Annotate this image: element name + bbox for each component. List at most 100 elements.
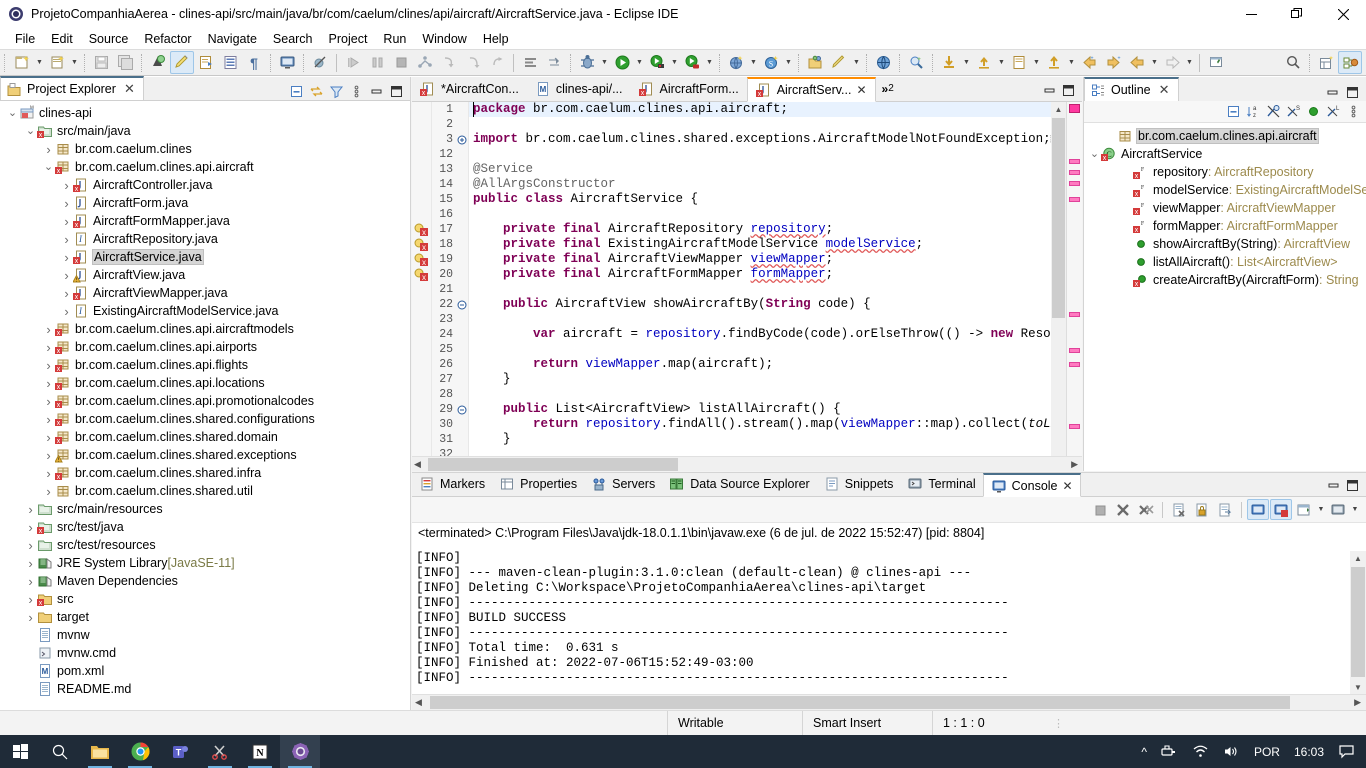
code-line[interactable]: [469, 207, 1051, 222]
suspend-icon[interactable]: [365, 51, 389, 74]
console-horizontal-scrollbar[interactable]: ◀ ▶: [412, 694, 1366, 710]
hscroll-right-icon[interactable]: ▶: [1071, 459, 1078, 470]
chevron-right-icon[interactable]: ›: [24, 502, 37, 517]
tree-item[interactable]: › target: [0, 608, 410, 626]
minimize-button[interactable]: [1228, 0, 1274, 28]
tree-item[interactable]: › br.com.caelum.clines: [0, 140, 410, 158]
editor-tab[interactable]: Mclines-api/...: [527, 76, 631, 101]
tab-outline[interactable]: Outline ✕: [1084, 77, 1179, 101]
console-tab[interactable]: Markers: [412, 472, 492, 496]
tree-item[interactable]: › br.com.caelum.clines.shared.util: [0, 482, 410, 500]
code-line[interactable]: [469, 387, 1051, 402]
open-console-icon-dropdown-icon[interactable]: ▼: [1316, 506, 1326, 513]
sort-icon[interactable]: az: [1244, 103, 1262, 121]
overview-error-mark[interactable]: [1069, 197, 1080, 202]
new-wizard-dropdown-icon[interactable]: ▼: [34, 51, 45, 74]
eclipse-icon[interactable]: [280, 735, 320, 768]
chevron-right-icon[interactable]: ›: [60, 196, 73, 211]
tree-item[interactable]: › src/test/resources: [0, 536, 410, 554]
tree-item[interactable]: README.md: [0, 680, 410, 698]
next-annotation-icon[interactable]: [518, 51, 542, 74]
editor-tab[interactable]: x AircraftServ... ✕: [746, 77, 876, 102]
link-with-editor-icon[interactable]: [307, 82, 325, 100]
close-button[interactable]: [1320, 0, 1366, 28]
run-icon[interactable]: [610, 51, 634, 74]
chevron-right-icon[interactable]: ›: [42, 340, 55, 355]
collapse-all-icon[interactable]: [1224, 103, 1242, 121]
menu-search[interactable]: Search: [265, 30, 321, 48]
code-line[interactable]: private final AircraftRepository reposit…: [469, 222, 1051, 237]
toggle-markoccurrences-icon[interactable]: [170, 51, 194, 74]
code-line[interactable]: }: [469, 372, 1051, 387]
new-spring-dropdown-icon[interactable]: ▼: [783, 51, 794, 74]
tree-item[interactable]: ›! br.com.caelum.clines.shared.exceptions: [0, 446, 410, 464]
tree-item[interactable]: ⌄ Mclines-api: [0, 104, 410, 122]
new-console-view-icon[interactable]: [1327, 499, 1349, 520]
save-all-icon[interactable]: [113, 51, 137, 74]
editor-vertical-scrollbar[interactable]: ▲ ▼: [1051, 102, 1066, 471]
clear-console-icon[interactable]: [1168, 499, 1190, 520]
build-project-icon[interactable]: [146, 51, 170, 74]
overview-error-mark[interactable]: [1069, 348, 1080, 353]
new-java-class-icon[interactable]: [45, 51, 69, 74]
new-java-class-dropdown-icon[interactable]: ▼: [69, 51, 80, 74]
network-icon[interactable]: [1154, 735, 1185, 768]
console-scroll-thumb[interactable]: [1351, 567, 1365, 677]
view-menu-icon[interactable]: [347, 82, 365, 100]
search-field-icon[interactable]: [1281, 51, 1305, 74]
skip-breakpoints-icon[interactable]: [308, 51, 332, 74]
collapse-all-icon[interactable]: [287, 82, 305, 100]
code-line[interactable]: return viewMapper.map(aircraft);: [469, 357, 1051, 372]
fold-collapse-icon[interactable]: [456, 402, 468, 417]
chevron-right-icon[interactable]: ›: [60, 232, 73, 247]
remove-launch-icon[interactable]: [1112, 499, 1134, 520]
editor-tab-overflow[interactable]: » 2: [876, 76, 900, 101]
menu-source[interactable]: Source: [81, 30, 137, 48]
outline-item[interactable]: Fx formMapper : AircraftFormMapper: [1084, 217, 1366, 235]
error-marker-icon[interactable]: x: [412, 222, 431, 237]
chevron-right-icon[interactable]: ›: [24, 538, 37, 553]
code-line[interactable]: return repository.findAll().stream().map…: [469, 417, 1051, 432]
tree-item[interactable]: ⌄ x src/main/java: [0, 122, 410, 140]
forward-dropdown-icon[interactable]: ▼: [1184, 51, 1195, 74]
export-dropdown-icon[interactable]: ▼: [996, 51, 1007, 74]
code-line[interactable]: [469, 282, 1051, 297]
editor-horizontal-scrollbar[interactable]: ◀ ▶: [412, 456, 1082, 471]
scroll-lock-icon[interactable]: [1191, 499, 1213, 520]
chevron-right-icon[interactable]: ›: [42, 394, 55, 409]
minimize-view-icon[interactable]: [1326, 478, 1341, 493]
snipping-tool-icon[interactable]: [200, 735, 240, 768]
code-line[interactable]: [469, 147, 1051, 162]
chevron-right-icon[interactable]: ›: [24, 592, 37, 607]
chevron-down-icon[interactable]: ⌄: [42, 162, 55, 173]
overview-error-mark[interactable]: [1069, 312, 1080, 317]
minimize-view-icon[interactable]: [1323, 83, 1341, 101]
teams-icon[interactable]: T: [160, 735, 200, 768]
chevron-right-icon[interactable]: ›: [60, 250, 73, 265]
tree-item[interactable]: Mpom.xml: [0, 662, 410, 680]
overview-error-mark[interactable]: [1069, 170, 1080, 175]
fold-expand-icon[interactable]: [456, 132, 468, 147]
code-line[interactable]: private final ExistingAircraftModelServi…: [469, 237, 1051, 252]
console-tab[interactable]: Terminal: [900, 472, 982, 496]
close-icon[interactable]: ✕: [1159, 82, 1170, 98]
console-tab[interactable]: Snippets: [817, 472, 901, 496]
outline-item[interactable]: listAllAircraft() : List<AircraftView>: [1084, 253, 1366, 271]
code-line[interactable]: import br.com.caelum.clines.shared.excep…: [469, 132, 1051, 147]
file-explorer-icon[interactable]: [80, 735, 120, 768]
console-tab[interactable]: Servers: [584, 472, 662, 496]
minimize-view-icon[interactable]: [1042, 83, 1057, 98]
tree-item[interactable]: › x AircraftService.java: [0, 248, 410, 266]
chrome-icon[interactable]: [120, 735, 160, 768]
open-type-icon[interactable]: [194, 51, 218, 74]
resume-icon[interactable]: [341, 51, 365, 74]
editor-scroll-thumb[interactable]: [1052, 118, 1065, 318]
overview-error-mark[interactable]: [1069, 362, 1080, 367]
back-dropdown-icon[interactable]: ▼: [1149, 51, 1160, 74]
project-tree[interactable]: ⌄ Mclines-api ⌄ x src/main/java › br.com.caelu…: [0, 102, 410, 710]
error-marker-icon[interactable]: x: [412, 252, 431, 267]
chevron-right-icon[interactable]: ›: [42, 430, 55, 445]
outline-item[interactable]: Fx repository : AircraftRepository: [1084, 163, 1366, 181]
export-icon[interactable]: [972, 51, 996, 74]
import-icon[interactable]: [937, 51, 961, 74]
